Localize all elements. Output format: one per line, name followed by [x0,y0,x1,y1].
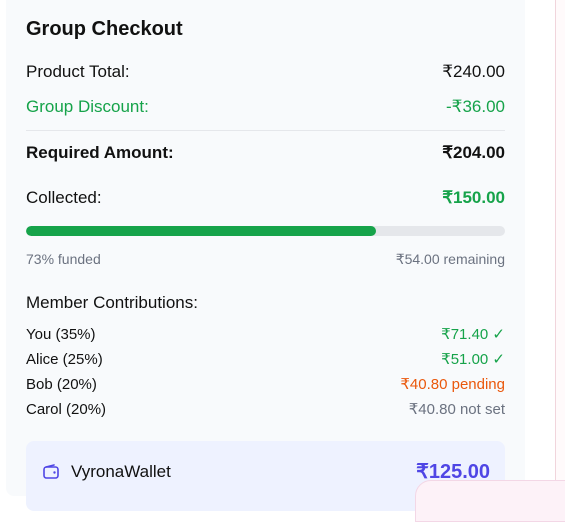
wallet-icon [42,463,60,481]
member-row-carol: Carol (20%) ₹40.80 not set [26,400,505,425]
funding-progress-fill [26,226,376,236]
product-total-value: ₹240.00 [442,62,505,81]
progress-caption-row: 73% funded ₹54.00 remaining [26,251,505,268]
page-title: Group Checkout [26,18,183,40]
member-contributions-list: You (35%) ₹71.40 ✓ Alice (25%) ₹51.00 ✓ … [26,325,505,425]
collected-label: Collected: [26,188,102,207]
collected-value: ₹150.00 [442,188,505,207]
member-row-bob: Bob (20%) ₹40.80 pending [26,375,505,400]
product-total-label: Product Total: [26,62,130,81]
group-discount-value: -₹36.00 [445,97,505,116]
member-contributions-heading: Member Contributions: [26,293,198,312]
required-amount-label: Required Amount: [26,143,174,162]
group-discount-row: Group Discount: -₹36.00 [26,97,505,117]
member-name: Bob (20%) [26,376,97,393]
member-name: Alice (25%) [26,351,103,368]
wallet-label: VyronaWallet [71,462,171,481]
funding-progress-bar [26,226,505,236]
required-amount-row: Required Amount: ₹204.00 [26,143,505,163]
summary-divider [26,130,505,131]
member-status: ₹40.80 not set [408,401,505,418]
member-row-you: You (35%) ₹71.40 ✓ [26,325,505,350]
member-status: ₹40.80 pending [400,376,505,393]
member-name: Carol (20%) [26,401,107,418]
right-edge-strip [556,0,565,496]
member-status: ₹51.00 ✓ [441,351,505,368]
remaining-amount-text: ₹54.00 remaining [395,251,505,267]
product-total-row: Product Total: ₹240.00 [26,62,505,82]
overlay-card-edge [415,480,565,522]
collected-row: Collected: ₹150.00 [26,188,505,208]
side-divider [555,0,556,496]
group-discount-label: Group Discount: [26,97,149,116]
required-amount-value: ₹204.00 [442,143,505,162]
member-row-alice: Alice (25%) ₹51.00 ✓ [26,350,505,375]
member-name: You (35%) [26,326,96,343]
member-status: ₹71.40 ✓ [441,326,505,343]
funded-percent-text: 73% funded [26,251,101,267]
